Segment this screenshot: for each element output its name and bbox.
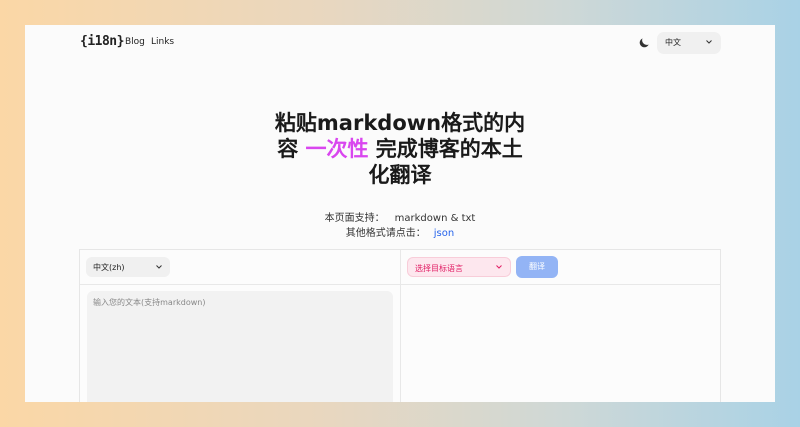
app-window: {i18n} Blog Links 中文 粘贴markdown格式的内 容 一次… xyxy=(25,25,775,402)
json-link[interactable]: json xyxy=(434,228,454,239)
nav-link-blog[interactable]: Blog xyxy=(125,37,145,47)
language-select[interactable]: 中文 xyxy=(657,32,721,54)
target-language-placeholder: 选择目标语言 xyxy=(415,264,463,273)
language-select-value: 中文 xyxy=(665,38,681,47)
hero-title-line2-pre: 容 xyxy=(277,137,306,161)
hero-title: 粘贴markdown格式的内 容 一次性 完成博客的本土 化翻译 xyxy=(250,110,550,188)
support-formats-line: 本页面支持： markdown & txt xyxy=(225,209,575,224)
nav-link-links[interactable]: Links xyxy=(151,37,174,47)
other-formats-line: 其他格式请点击： json xyxy=(225,224,575,239)
chevron-down-icon xyxy=(496,265,502,269)
target-language-select[interactable]: 选择目标语言 xyxy=(407,257,511,277)
hero-title-line3: 化翻译 xyxy=(368,163,432,187)
source-language-value: 中文(zh) xyxy=(93,263,125,272)
editor-pane-divider xyxy=(400,250,401,402)
source-text-input[interactable] xyxy=(87,291,393,402)
hero-title-line2: 容 一次性 完成博客的本土 xyxy=(250,136,550,162)
translate-button[interactable]: 翻译 xyxy=(516,256,558,278)
translation-editor: 中文(zh) 选择目标语言 翻译 xyxy=(79,249,721,402)
other-formats-label: 其他格式请点击： xyxy=(345,228,426,239)
chevron-down-icon xyxy=(706,40,712,44)
hero-title-line2-post: 完成博客的本土 xyxy=(368,137,523,161)
chevron-down-icon xyxy=(156,265,162,269)
hero-title-accent: 一次性 xyxy=(305,137,369,161)
support-formats: markdown & txt xyxy=(394,213,476,224)
support-label: 本页面支持： xyxy=(324,213,385,224)
moon-icon[interactable] xyxy=(637,36,651,50)
logo[interactable]: {i18n} xyxy=(80,34,124,49)
header: {i18n} Blog Links 中文 xyxy=(80,32,721,55)
hero-title-line1: 粘贴markdown格式的内 xyxy=(274,111,526,135)
source-language-select[interactable]: 中文(zh) xyxy=(86,257,170,277)
